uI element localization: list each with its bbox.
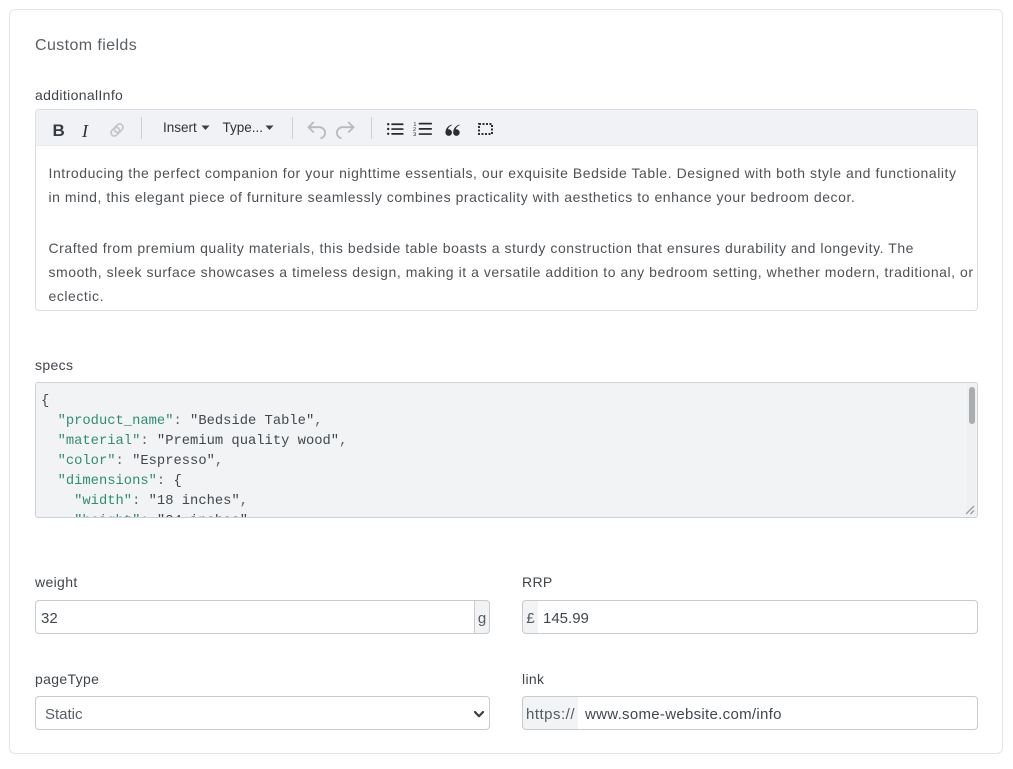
svg-text:3: 3 [413,132,416,136]
